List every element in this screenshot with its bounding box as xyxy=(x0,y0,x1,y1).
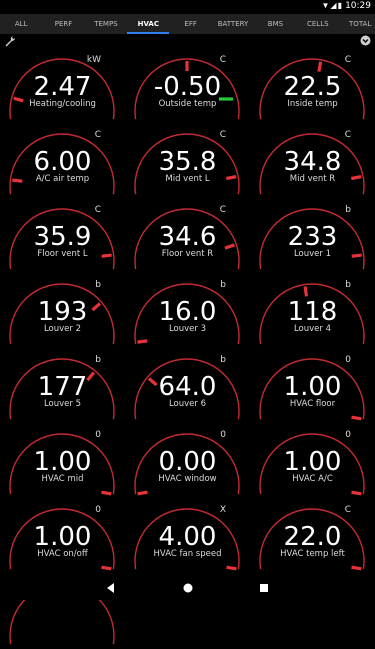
gauge-value: 35.8 xyxy=(158,147,217,177)
gauge-value: 34.6 xyxy=(158,222,217,252)
gauge-hvac-a-c[interactable]: 0 1.00 HVAC A/C xyxy=(250,424,375,499)
navigation-bar xyxy=(0,576,375,600)
gauge-needle xyxy=(351,565,362,571)
gauge-label: HVAC temp left xyxy=(280,549,345,559)
gauge-louver-3[interactable]: b 16.0 Louver 3 xyxy=(125,274,250,349)
gauge-heating-cooling[interactable]: kW 2.47 Heating/cooling xyxy=(0,49,125,124)
gauge-needle xyxy=(137,339,148,344)
gauge-value: 16.0 xyxy=(158,297,217,327)
gauge-label: Louver 1 xyxy=(293,249,332,259)
gauge-needle xyxy=(101,490,112,496)
gauge-unit: b xyxy=(345,205,351,215)
gauge-value: 118 xyxy=(287,297,338,327)
gauge-hvac-on-off[interactable]: 0 1.00 HVAC on/off xyxy=(0,499,125,574)
gauge-value: 6.00 xyxy=(33,147,92,177)
back-icon[interactable] xyxy=(103,580,119,596)
gauge-value: 22.5 xyxy=(283,72,342,102)
gauge-louver-6[interactable]: b 64.0 Louver 6 xyxy=(125,349,250,424)
gauge-label: HVAC mid xyxy=(41,474,84,484)
gauge-value: 1.00 xyxy=(33,522,92,552)
gauge-a-c-air-temp[interactable]: C 6.00 A/C air temp xyxy=(0,124,125,199)
gauge-unit: C xyxy=(94,130,101,140)
gauge-label: HVAC on/off xyxy=(37,549,88,559)
gauge-unit: C xyxy=(344,505,351,515)
gauge-value: 1.00 xyxy=(283,372,342,402)
gauge-label: Outside temp xyxy=(158,99,217,109)
recents-icon[interactable] xyxy=(256,580,272,596)
gauge-value: 2.47 xyxy=(33,72,92,102)
gauge-value: 22.0 xyxy=(283,522,342,552)
gauge-louver-4[interactable]: b 118 Louver 4 xyxy=(250,274,375,349)
gauge-louver-1[interactable]: b 233 Louver 1 xyxy=(250,199,375,274)
gauge-louver-5[interactable]: b 177 Louver 5 xyxy=(0,349,125,424)
gauge-unit: C xyxy=(344,130,351,140)
gauge-inside-temp[interactable]: C 22.5 Inside temp xyxy=(250,49,375,124)
gauge-unit: X xyxy=(219,505,226,515)
gauge-floor-vent-r[interactable]: C 34.6 Floor vent R xyxy=(125,199,250,274)
gauge-label: HVAC floor xyxy=(289,399,336,409)
gauge-value: 177 xyxy=(37,372,88,402)
gauge-hvac-mid[interactable]: 0 1.00 HVAC mid xyxy=(0,424,125,499)
gauge-value: 0.00 xyxy=(158,447,217,477)
gauge-mid-vent-l[interactable]: C 35.8 Mid vent L xyxy=(125,124,250,199)
gauge-louver-2[interactable]: b 193 Louver 2 xyxy=(0,274,125,349)
gauge-value: 34.8 xyxy=(283,147,342,177)
gauge-label: Inside temp xyxy=(287,99,338,109)
gauge-unit: 0 xyxy=(95,430,101,440)
gauge-value: 35.9 xyxy=(33,222,92,252)
home-icon[interactable] xyxy=(180,580,196,596)
gauge-label: Louver 2 xyxy=(43,324,82,334)
gauge-label: Floor vent L xyxy=(37,249,88,259)
gauge-floor-vent-l[interactable]: C 35.9 Floor vent L xyxy=(0,199,125,274)
gauge-unit: C xyxy=(219,130,226,140)
gauge-needle xyxy=(303,286,309,297)
gauge-label: Louver 6 xyxy=(168,399,207,409)
gauge-unit: b xyxy=(220,280,226,290)
gauge-unit: b xyxy=(95,280,101,290)
gauge-hvac-temp-left[interactable]: C 22.0 HVAC temp left xyxy=(250,499,375,574)
gauge-unit: b xyxy=(95,355,101,365)
gauge-needle xyxy=(137,490,148,496)
gauge-hvac-fan-speed[interactable]: X 4.00 HVAC fan speed xyxy=(125,499,250,574)
gauge-unit: C xyxy=(344,55,351,65)
gauge-label: A/C air temp xyxy=(35,174,90,184)
gauge-needle xyxy=(351,490,362,496)
gauge-unit: C xyxy=(219,205,226,215)
gauge-needle xyxy=(317,61,323,72)
gauge-hvac-window[interactable]: 0 0.00 HVAC window xyxy=(125,424,250,499)
gauge-value: 64.0 xyxy=(158,372,217,402)
gauge-label: Mid vent L xyxy=(165,174,210,184)
gauge-value: 193 xyxy=(37,297,88,327)
gauge-grid: kW 2.47 Heating/cooling C -0.50 Outside temp C… xyxy=(0,0,375,645)
gauge-unit: 0 xyxy=(95,505,101,515)
gauge-label: Floor vent R xyxy=(161,249,214,259)
gauge-label: Mid vent R xyxy=(289,174,336,184)
gauge-value: 1.00 xyxy=(283,447,342,477)
gauge-needle xyxy=(101,565,112,571)
gauge-label: Louver 4 xyxy=(293,324,332,334)
gauge-value: 4.00 xyxy=(158,522,217,552)
gauge-unit: C xyxy=(219,55,226,65)
gauge-needle xyxy=(226,565,237,571)
gauge-needle xyxy=(351,415,362,421)
gauge-unit: 0 xyxy=(220,430,226,440)
gauge-label: Louver 3 xyxy=(168,324,207,334)
gauge-outside-temp[interactable]: C -0.50 Outside temp xyxy=(125,49,250,124)
gauge-label: HVAC A/C xyxy=(292,474,333,484)
gauge-unit: 0 xyxy=(345,430,351,440)
gauge-label: HVAC window xyxy=(158,474,217,484)
gauge-unit: 0 xyxy=(345,355,351,365)
gauge-unit: b xyxy=(220,355,226,365)
gauge-label: Heating/cooling xyxy=(29,99,96,109)
gauge-unit: kW xyxy=(86,55,101,65)
gauge-label: Louver 5 xyxy=(43,399,82,409)
gauge-mid-vent-r[interactable]: C 34.8 Mid vent R xyxy=(250,124,375,199)
gauge-value: 233 xyxy=(287,222,338,252)
gauge-unit: b xyxy=(345,280,351,290)
gauge-value: -0.50 xyxy=(153,72,222,102)
gauge-hvac-floor[interactable]: 0 1.00 HVAC floor xyxy=(250,349,375,424)
gauge-value: 1.00 xyxy=(33,447,92,477)
gauge-label: HVAC fan speed xyxy=(153,549,222,559)
gauge-unit: C xyxy=(94,205,101,215)
